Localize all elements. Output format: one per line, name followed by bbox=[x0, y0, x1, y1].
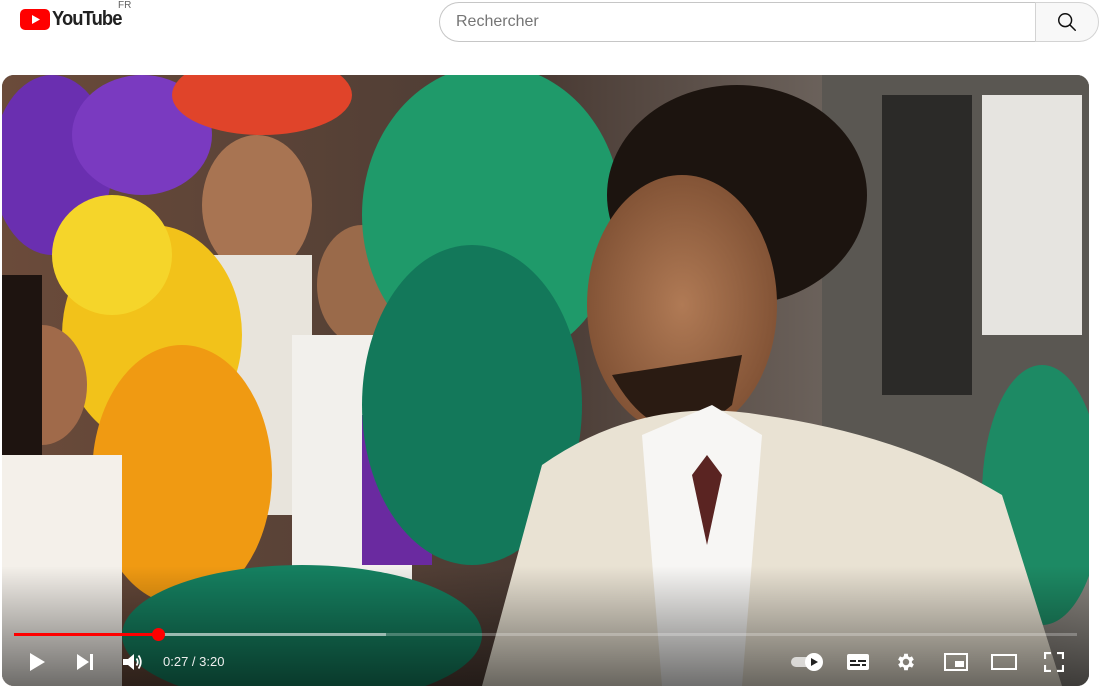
fullscreen-button[interactable] bbox=[1038, 646, 1070, 678]
subtitles-icon bbox=[847, 654, 869, 670]
masthead: YouTube FR bbox=[0, 0, 1100, 48]
settings-button[interactable] bbox=[890, 646, 922, 678]
play-icon bbox=[30, 653, 45, 671]
theater-mode-button[interactable] bbox=[988, 646, 1020, 678]
volume-button[interactable] bbox=[118, 646, 148, 678]
play-button[interactable] bbox=[22, 646, 52, 678]
search-bar bbox=[439, 2, 1099, 42]
video-player[interactable]: 0:27 / 3:20 bbox=[2, 75, 1089, 686]
settings-icon bbox=[898, 653, 914, 671]
volume-icon bbox=[123, 654, 142, 670]
progress-scrubber-handle[interactable] bbox=[151, 628, 165, 641]
subtitles-button[interactable] bbox=[842, 646, 874, 678]
miniplayer-button[interactable] bbox=[940, 646, 972, 678]
next-button[interactable] bbox=[70, 646, 100, 678]
youtube-logo[interactable]: YouTube bbox=[20, 8, 128, 31]
youtube-play-logo-icon bbox=[20, 9, 50, 30]
logo-wordmark: YouTube bbox=[52, 8, 122, 30]
search-input[interactable] bbox=[439, 2, 1035, 42]
country-code-label: FR bbox=[118, 0, 132, 11]
theater-mode-icon bbox=[991, 654, 1017, 670]
search-icon bbox=[1058, 13, 1076, 31]
fullscreen-icon bbox=[1044, 652, 1064, 672]
progress-bar[interactable] bbox=[14, 628, 1077, 641]
progress-played bbox=[14, 633, 158, 636]
search-button[interactable] bbox=[1035, 2, 1099, 42]
autoplay-toggle[interactable] bbox=[788, 646, 828, 678]
autoplay-toggle-icon bbox=[791, 653, 823, 671]
next-icon bbox=[77, 654, 93, 670]
miniplayer-icon bbox=[944, 653, 968, 671]
time-display: 0:27 / 3:20 bbox=[163, 654, 225, 669]
